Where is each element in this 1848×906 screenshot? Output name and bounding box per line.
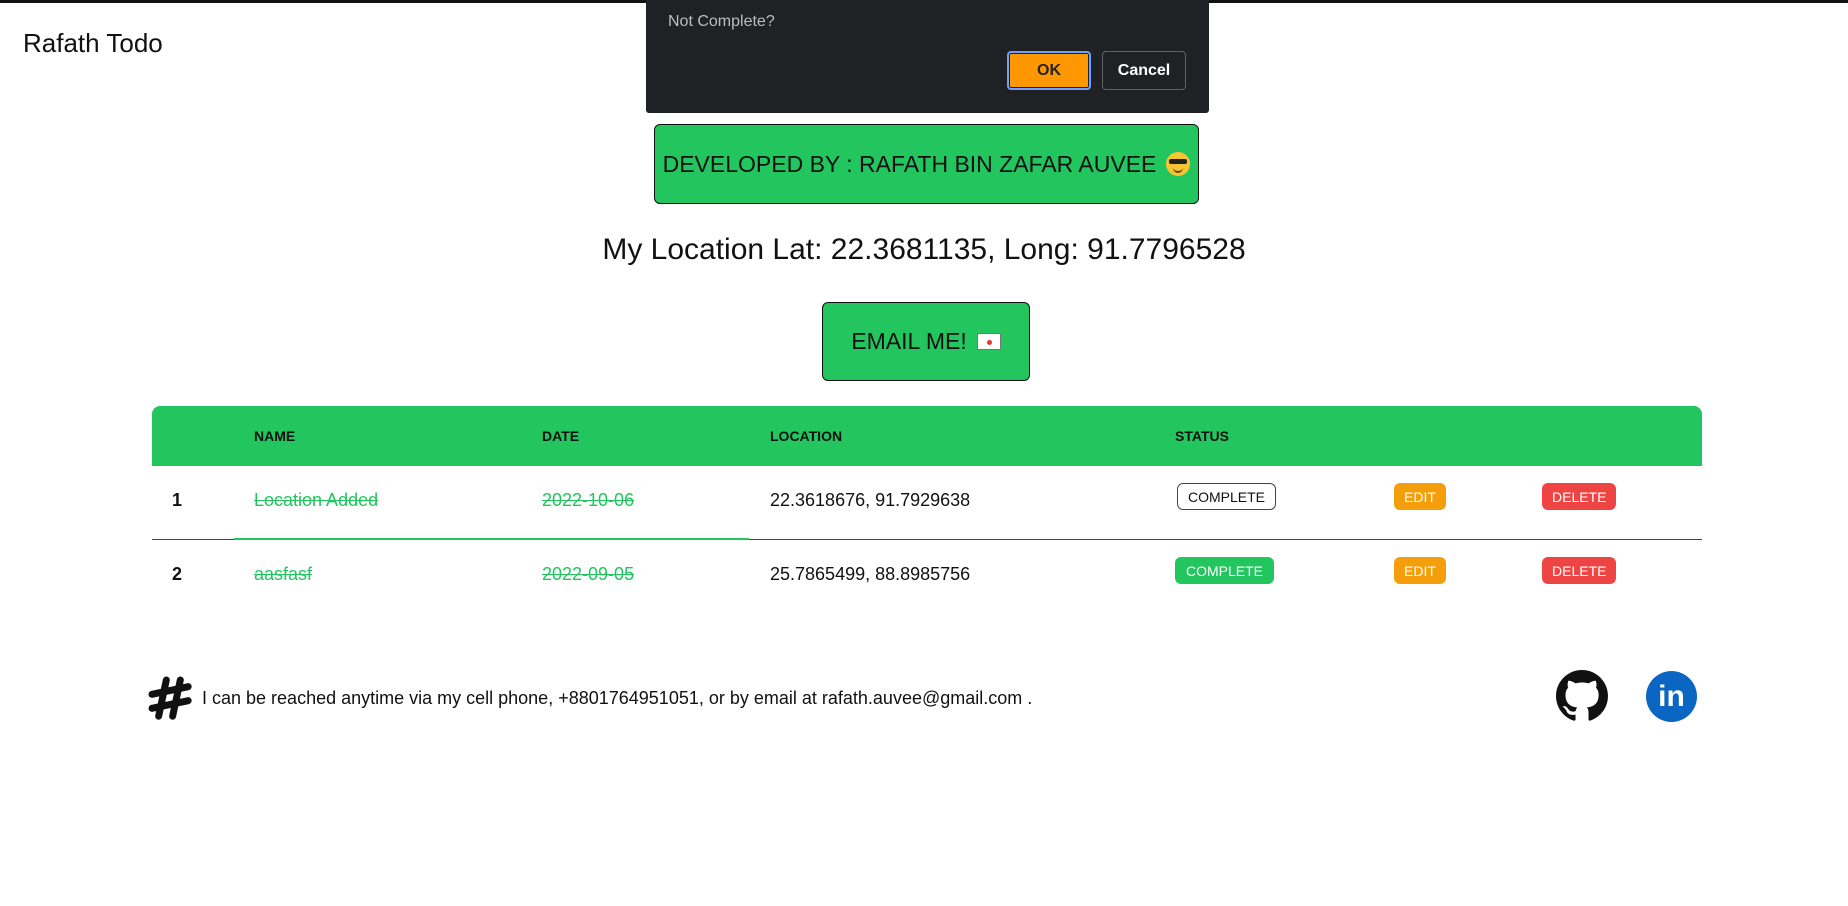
todo-name: aasfasf: [254, 564, 313, 584]
contact-text: I can be reached anytime via my cell pho…: [202, 688, 1033, 708]
developer-banner-text: DEVELOPED BY : RAFATH BIN ZAFAR AUVEE: [662, 150, 1157, 177]
table-row: 1 Location Added 2022-10-06 22.3618676, …: [152, 466, 1702, 539]
email-me-label: EMAIL ME!: [851, 328, 967, 354]
confirm-dialog: Not Complete? OK Cancel: [646, 0, 1209, 113]
table-row: 2 aasfasf 2022-09-05 25.7865499, 88.8985…: [152, 539, 1702, 613]
linkedin-icon[interactable]: in: [1646, 671, 1697, 722]
row-index: 1: [172, 490, 183, 510]
envelope-icon: [976, 333, 1001, 350]
header-status: STATUS: [1175, 428, 1229, 444]
cancel-button[interactable]: Cancel: [1102, 51, 1186, 90]
row-divider-accent: [234, 538, 749, 540]
todo-location: 22.3618676, 91.7929638: [770, 490, 971, 510]
status-badge[interactable]: COMPLETE: [1177, 483, 1277, 510]
todo-name: Location Added: [254, 490, 379, 510]
github-icon[interactable]: [1556, 670, 1608, 722]
header-location: LOCATION: [770, 428, 843, 444]
brand-title[interactable]: Rafath Todo: [23, 28, 163, 59]
todo-table: NAME DATE LOCATION STATUS 1 Location Add…: [152, 406, 1702, 613]
edit-button[interactable]: EDIT: [1394, 557, 1446, 584]
header-date: DATE: [542, 428, 580, 444]
delete-button[interactable]: DELETE: [1542, 557, 1617, 584]
status-badge[interactable]: COMPLETE: [1175, 557, 1275, 584]
row-index: 2: [172, 564, 183, 584]
header-name: NAME: [254, 428, 296, 444]
delete-button[interactable]: DELETE: [1542, 483, 1617, 510]
todo-location: 25.7865499, 88.8985756: [770, 564, 971, 584]
todo-date: 2022-10-06: [542, 490, 635, 510]
my-location-text: My Location Lat: 22.3681135, Long: 91.77…: [602, 233, 1246, 266]
email-me-button[interactable]: EMAIL ME!: [822, 302, 1030, 381]
slack-icon[interactable]: [146, 674, 194, 722]
ok-button[interactable]: OK: [1007, 51, 1091, 90]
todo-date: 2022-09-05: [542, 564, 635, 584]
table-header: NAME DATE LOCATION STATUS: [152, 406, 1702, 466]
linkedin-icon-text: in: [1658, 679, 1685, 713]
dialog-message: Not Complete?: [668, 13, 775, 30]
edit-button[interactable]: EDIT: [1394, 483, 1446, 510]
developer-banner: DEVELOPED BY : RAFATH BIN ZAFAR AUVEE: [654, 124, 1199, 204]
sunglasses-face-icon: [1166, 152, 1191, 176]
